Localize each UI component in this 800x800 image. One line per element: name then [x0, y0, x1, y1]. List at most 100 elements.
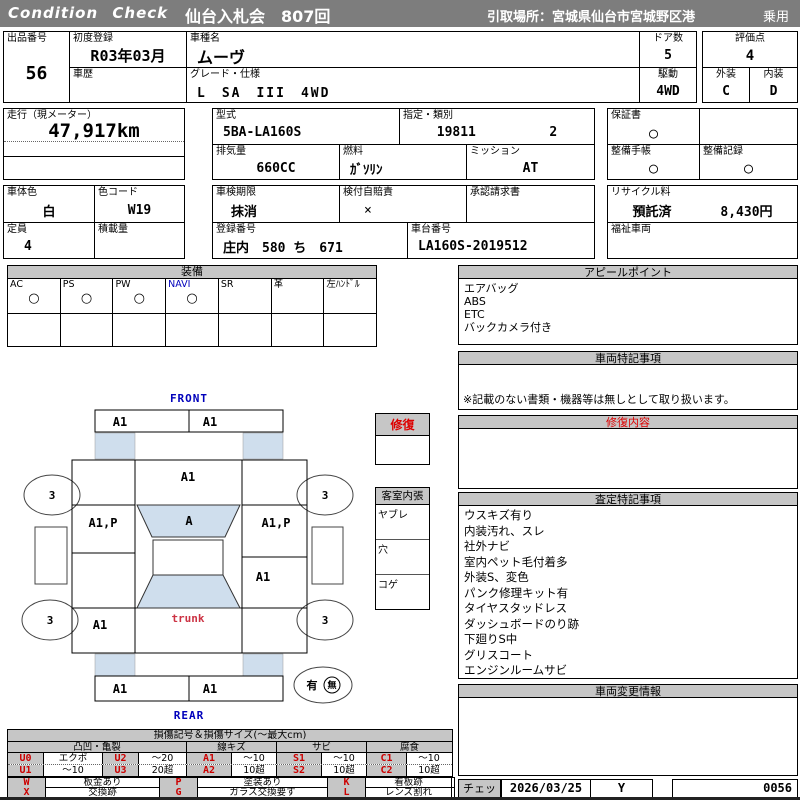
damage-legend-sections: 凸凹・亀裂 線キズ サビ 腐食: [8, 742, 452, 753]
body-color-value: 白: [42, 204, 56, 220]
legend-size: ～20: [139, 753, 187, 764]
assessment-line: 外装S、変色: [464, 570, 529, 584]
inspection-expiry-value: 抹消: [231, 204, 258, 220]
equipment-mark-navi: ○: [186, 291, 198, 306]
welfare-vehicle-label: 福祉車両: [611, 224, 651, 235]
repair-marks-legend: W 板金あり P 塗装あり K 看板跡 X 交換跡 G ガラス交換要す L レン…: [7, 777, 455, 799]
field-recycle-fee: リサイクル料 預託済 8,430円: [607, 185, 798, 223]
title-bar: Condition Check 仙台入札会 807回 引取場所：宮城県仙台市宮城…: [0, 0, 800, 27]
panel-assessment-notes: 査定特記事項 ウスキズ有り 内装汚れ、スレ 社外ナビ 室内ペット毛付着多 外装S…: [458, 492, 798, 679]
rear-window: [136, 574, 241, 609]
equipment-label-lhd: 左ﾊﾝﾄﾞﾙ: [326, 279, 360, 290]
interior-lining-box: 客室内張 ヤブレ 穴 コゲ: [375, 487, 430, 610]
repair-mini-title: 修復: [376, 414, 429, 436]
car-history-value: [70, 80, 186, 102]
appeal-line: バックカメラ付き: [464, 321, 552, 334]
auction-title: 仙台入札会 807回: [185, 7, 331, 26]
field-doors: ドア数 5: [639, 31, 697, 68]
first-registration-value: R03年03月: [90, 47, 166, 65]
check-number-value: 0056: [672, 779, 798, 798]
assessment-line: グリスコート: [464, 647, 533, 662]
rear-bumper-left-mark: A1: [113, 682, 127, 696]
legend-size: 10超: [232, 765, 277, 776]
equipment-cell-navi: NAVI ○: [166, 279, 219, 313]
panel-repair-details: 修復内容: [458, 415, 798, 489]
appeal-points-lines: エアバッグ ABS ETC バックカメラ付き: [459, 279, 797, 334]
equipment-empty-cell: [61, 314, 114, 346]
model-code-label: 型式: [216, 110, 236, 121]
class-number-value1: 19811: [436, 125, 476, 140]
registration-number-value: 庄内 580 ち 671: [223, 241, 343, 256]
assessment-line: 下廻りS中: [464, 632, 518, 646]
assessment-notes-title: 査定特記事項: [459, 493, 797, 506]
front-bumper-right-mark: A1: [203, 415, 217, 429]
equipment-empty-cell: [166, 314, 219, 346]
field-color-code: 色コード W19: [94, 185, 185, 223]
interior-lining-title: 客室内張: [376, 488, 429, 505]
legend-size: 10超: [322, 765, 367, 776]
windshield-mark: A: [185, 514, 193, 528]
front-fender-left-shade: [94, 432, 136, 460]
assessment-line: ダッシュボードのり跡: [464, 616, 579, 631]
equipment-label-pw: PW: [115, 279, 131, 290]
legend-size: ～10: [232, 753, 277, 764]
equipment-cell-lhd: 左ﾊﾝﾄﾞﾙ: [324, 279, 376, 313]
field-warranty-spare: [699, 108, 798, 145]
change-info-title: 車両変更情報: [459, 685, 797, 698]
equipment-label-ac: AC: [10, 279, 23, 290]
insurance-label: 検付自賠責: [343, 187, 393, 198]
equipment-cell-leather: 革: [272, 279, 325, 313]
tire-front-right-mark: 3: [322, 489, 329, 502]
assessment-notes-lines: ウスキズ有り 内装汚れ、スレ 社外ナビ 室内ペット毛付着多 外装S、変色 パンク…: [459, 506, 797, 679]
appeal-line: ETC: [464, 308, 485, 321]
registration-number-label: 登録番号: [216, 224, 256, 235]
maintenance-record-label: 整備記録: [703, 146, 743, 157]
field-inspection-expiry: 車検期限 抹消: [212, 185, 340, 223]
panel-appeal-points: アピールポイント エアバッグ ABS ETC バックカメラ付き: [458, 265, 798, 345]
equipment-mark-sr: [219, 290, 271, 313]
mileage-value: 47,917km: [48, 120, 140, 142]
capacity-label: 定員: [7, 224, 27, 235]
interior-row-hole: 穴: [376, 540, 429, 575]
color-code-label: 色コード: [98, 187, 138, 198]
field-class-number: 指定・類別 19811 2: [399, 108, 595, 145]
chassis-number-value: LA160S-2019512: [418, 239, 528, 254]
field-fuel: 燃料 ｶﾞｿﾘﾝ: [339, 144, 467, 180]
legend-section-scratch: 線キズ: [187, 742, 277, 753]
legend-code: U3: [103, 765, 139, 776]
equipment-empty-row: [8, 313, 376, 346]
maintenance-record-value: ○: [743, 159, 754, 177]
legend-code: A1: [187, 753, 232, 764]
rear-bumper-right-mark: A1: [203, 682, 217, 696]
equipment-cell-pw: PW ○: [113, 279, 167, 313]
legend-section-corrosion: 腐食: [399, 742, 419, 753]
check-label: チェック: [458, 779, 501, 800]
transmission-value: AT: [522, 160, 539, 176]
class-number-value2: 2: [549, 125, 558, 140]
field-transmission: ミッション AT: [466, 144, 595, 180]
legend-code: S2: [277, 765, 322, 776]
score-label: 評価点: [735, 33, 765, 44]
front-bumper-left-mark: A1: [113, 415, 127, 429]
lot-number-label: 出品番号: [7, 33, 47, 44]
capacity-value: 4: [24, 239, 32, 254]
doors-value: 5: [664, 48, 672, 63]
check-date-value: 2026/03/25: [509, 781, 583, 795]
front-label: FRONT: [170, 392, 208, 405]
approval-request-label: 承認請求書: [470, 187, 520, 198]
hood-mark: A1: [181, 470, 195, 484]
equipment-mark-ac: ○: [28, 291, 40, 306]
presence-ellipse: [293, 666, 353, 704]
field-warranty-book: 保証書 ○: [607, 108, 700, 145]
field-lot-number: 出品番号 56: [3, 31, 70, 103]
left-rear-quarter-mark: A1: [93, 618, 107, 632]
assessment-line: タイヤスタッドレス: [464, 601, 568, 615]
fuel-label: 燃料: [343, 146, 363, 157]
field-drive: 駆動 4WD: [639, 67, 697, 103]
field-maintenance-book: 整備手帳 ○: [607, 144, 700, 180]
field-score: 評価点 4: [702, 31, 798, 68]
interior-grade-label: 内装: [763, 69, 784, 80]
legend-size: ～10: [418, 753, 440, 764]
trunk-label: trunk: [171, 612, 204, 625]
rear-corner-left-shade: [94, 653, 136, 677]
